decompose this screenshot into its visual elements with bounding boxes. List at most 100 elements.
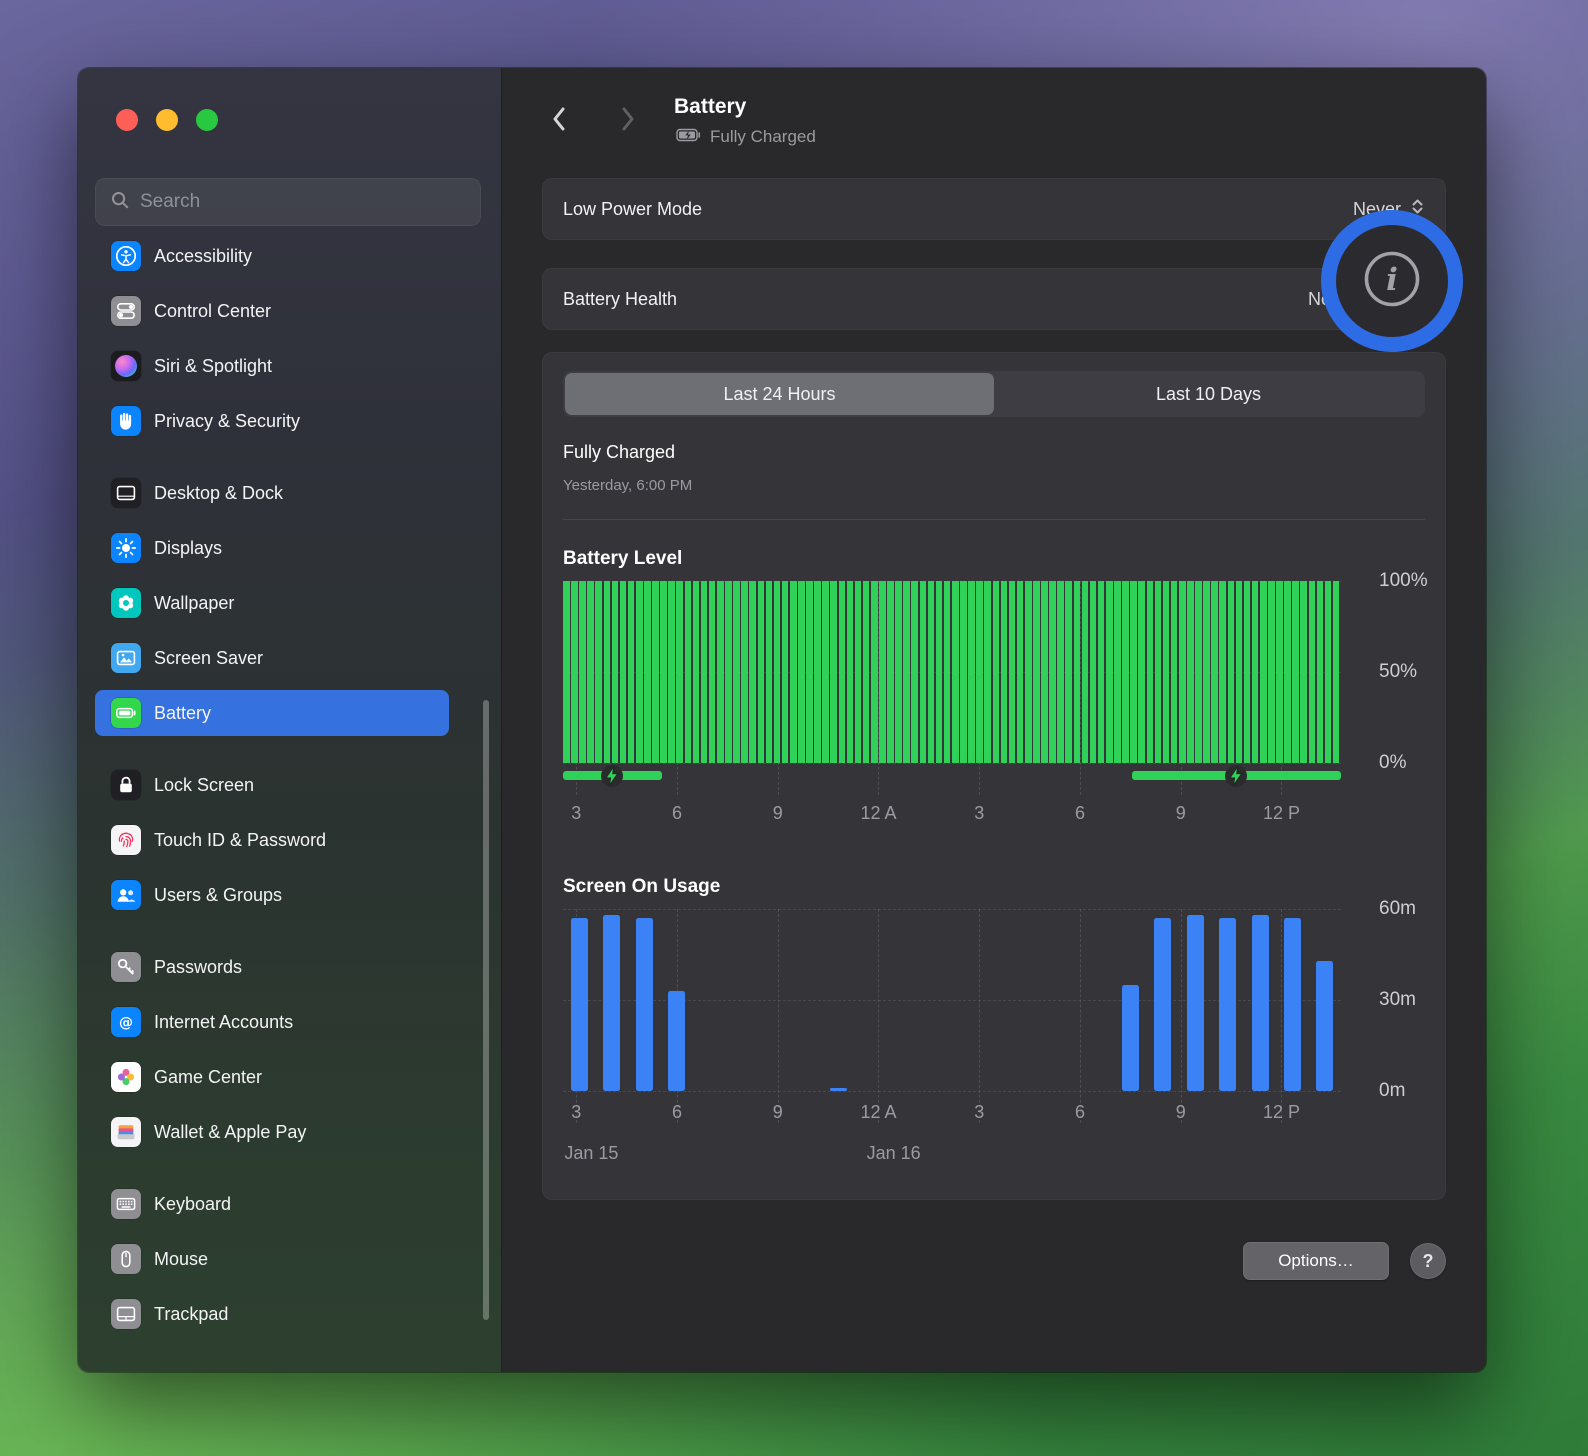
sidebar-item-lock-screen[interactable]: Lock Screen: [95, 762, 449, 808]
sidebar-item-control-center[interactable]: Control Center: [95, 288, 449, 334]
battery-level-bar: [563, 581, 570, 763]
sidebar-scrollbar[interactable]: [483, 700, 489, 1320]
sidebar-item-wallet-apple-pay[interactable]: Wallet & Apple Pay: [95, 1109, 449, 1155]
battery-level-bar: [1300, 581, 1307, 763]
search-input[interactable]: [140, 191, 466, 213]
sidebar-item-label: Trackpad: [154, 1304, 228, 1325]
x-tick-label: 6: [672, 1102, 682, 1123]
y-tick-label: 30m: [1379, 989, 1416, 1011]
battery-level-bar: [903, 581, 910, 763]
x-tick-label: 12 A: [860, 803, 896, 824]
battery-level-bar: [1130, 581, 1137, 763]
battery-level-bar: [766, 581, 773, 763]
y-tick-label: 50%: [1379, 661, 1417, 683]
info-annotation-letter: i: [1386, 262, 1398, 298]
y-tick-label: 0m: [1379, 1080, 1405, 1102]
battery-level-bar: [1203, 581, 1210, 763]
sidebar-item-touch-id-password[interactable]: Touch ID & Password: [95, 817, 449, 863]
battery-level-bar: [749, 581, 756, 763]
x-tick-label: 9: [773, 1102, 783, 1123]
tab-last-24-hours[interactable]: Last 24 Hours: [565, 373, 994, 415]
battery-level-bar: [1025, 581, 1032, 763]
back-button[interactable]: [548, 104, 568, 134]
search-field[interactable]: [95, 178, 481, 226]
x-tick-label: 3: [571, 803, 581, 824]
date-label: Jan 16: [867, 1143, 921, 1164]
sidebar-item-mouse[interactable]: Mouse: [95, 1236, 449, 1282]
sidebar-item-users-groups[interactable]: Users & Groups: [95, 872, 449, 918]
battery-level-bar: [968, 581, 975, 763]
sidebar-item-label: Lock Screen: [154, 775, 254, 796]
help-button[interactable]: ?: [1410, 1243, 1446, 1279]
info-icon[interactable]: i: [1363, 250, 1421, 313]
battery-level-bar: [685, 581, 692, 763]
displays-icon: [111, 533, 141, 563]
sidebar-item-keyboard[interactable]: Keyboard: [95, 1181, 449, 1227]
battery-level-bar: [652, 581, 659, 763]
sidebar-item-label: Users & Groups: [154, 885, 282, 906]
page-title: Battery: [674, 95, 746, 119]
screen-usage-bar: [1284, 918, 1301, 1091]
sidebar-item-label: Passwords: [154, 957, 242, 978]
touch-id-icon: [111, 825, 141, 855]
sidebar-item-internet-accounts[interactable]: @ Internet Accounts: [95, 999, 449, 1045]
battery-level-bar: [1017, 581, 1024, 763]
tab-last-10-days[interactable]: Last 10 Days: [994, 373, 1423, 415]
x-tick-label: 3: [571, 1102, 581, 1123]
screen-on-usage-chart: [563, 909, 1341, 1091]
sidebar-item-accessibility[interactable]: Accessibility: [95, 233, 449, 279]
x-tick-label: 6: [672, 803, 682, 824]
sidebar-item-label: Accessibility: [154, 246, 252, 267]
battery-level-bar: [676, 581, 683, 763]
sidebar-item-passwords[interactable]: Passwords: [95, 944, 449, 990]
screen-usage-bar: [830, 1088, 847, 1091]
minimize-button[interactable]: [156, 109, 178, 131]
screen-usage-bar: [636, 918, 653, 1091]
battery-level-bar: [1317, 581, 1324, 763]
battery-level-bar: [1252, 581, 1259, 763]
sidebar-group: Desktop & Dock Displays Wallpaper Screen Sa…: [95, 470, 449, 736]
sidebar-item-wallpaper[interactable]: Wallpaper: [95, 580, 449, 626]
battery-level-bar: [1033, 581, 1040, 763]
internet-accounts-icon: @: [111, 1007, 141, 1037]
battery-level-bar: [587, 581, 594, 763]
privacy-icon: [111, 406, 141, 436]
sidebar-item-siri-spotlight[interactable]: Siri & Spotlight: [95, 343, 449, 389]
sidebar-nav: Accessibility Control Center Siri & Spotli…: [95, 233, 449, 1363]
battery-level-bar: [701, 581, 708, 763]
sidebar-item-label: Displays: [154, 538, 222, 559]
sidebar-item-battery[interactable]: Battery: [95, 690, 449, 736]
close-button[interactable]: [116, 109, 138, 131]
screen-usage-bar: [1187, 915, 1204, 1091]
battery-level-bar: [936, 581, 943, 763]
x-tick-label: 12 P: [1263, 1102, 1300, 1123]
desktop-dock-icon: [111, 478, 141, 508]
sidebar-item-label: Keyboard: [154, 1194, 231, 1215]
sidebar-item-privacy-security[interactable]: Privacy & Security: [95, 398, 449, 444]
battery-level-bar: [612, 581, 619, 763]
zoom-button[interactable]: [196, 109, 218, 131]
battery-level-bar: [871, 581, 878, 763]
options-button[interactable]: Options…: [1243, 1242, 1389, 1280]
siri-icon: [111, 351, 141, 381]
battery-level-bar: [1260, 581, 1267, 763]
battery-level-bar: [1187, 581, 1194, 763]
battery-level-bar: [1309, 581, 1316, 763]
sidebar-item-desktop-dock[interactable]: Desktop & Dock: [95, 470, 449, 516]
battery-level-bar: [660, 581, 667, 763]
battery-level-bar: [855, 581, 862, 763]
charging-bolt-icon: [1223, 763, 1249, 789]
x-tick-label: 6: [1075, 1102, 1085, 1123]
sidebar-item-displays[interactable]: Displays: [95, 525, 449, 571]
x-tick-label: 3: [974, 1102, 984, 1123]
sidebar-item-label: Internet Accounts: [154, 1012, 293, 1033]
x-tick-label: 9: [1176, 1102, 1186, 1123]
sidebar-item-game-center[interactable]: Game Center: [95, 1054, 449, 1100]
screen-usage-bar: [1154, 918, 1171, 1091]
sidebar-item-trackpad[interactable]: Trackpad: [95, 1291, 449, 1337]
wallet-icon: [111, 1117, 141, 1147]
sidebar-item-screen-saver[interactable]: Screen Saver: [95, 635, 449, 681]
game-center-icon: [111, 1062, 141, 1092]
battery-level-bar: [798, 581, 805, 763]
forward-button[interactable]: [618, 104, 638, 134]
